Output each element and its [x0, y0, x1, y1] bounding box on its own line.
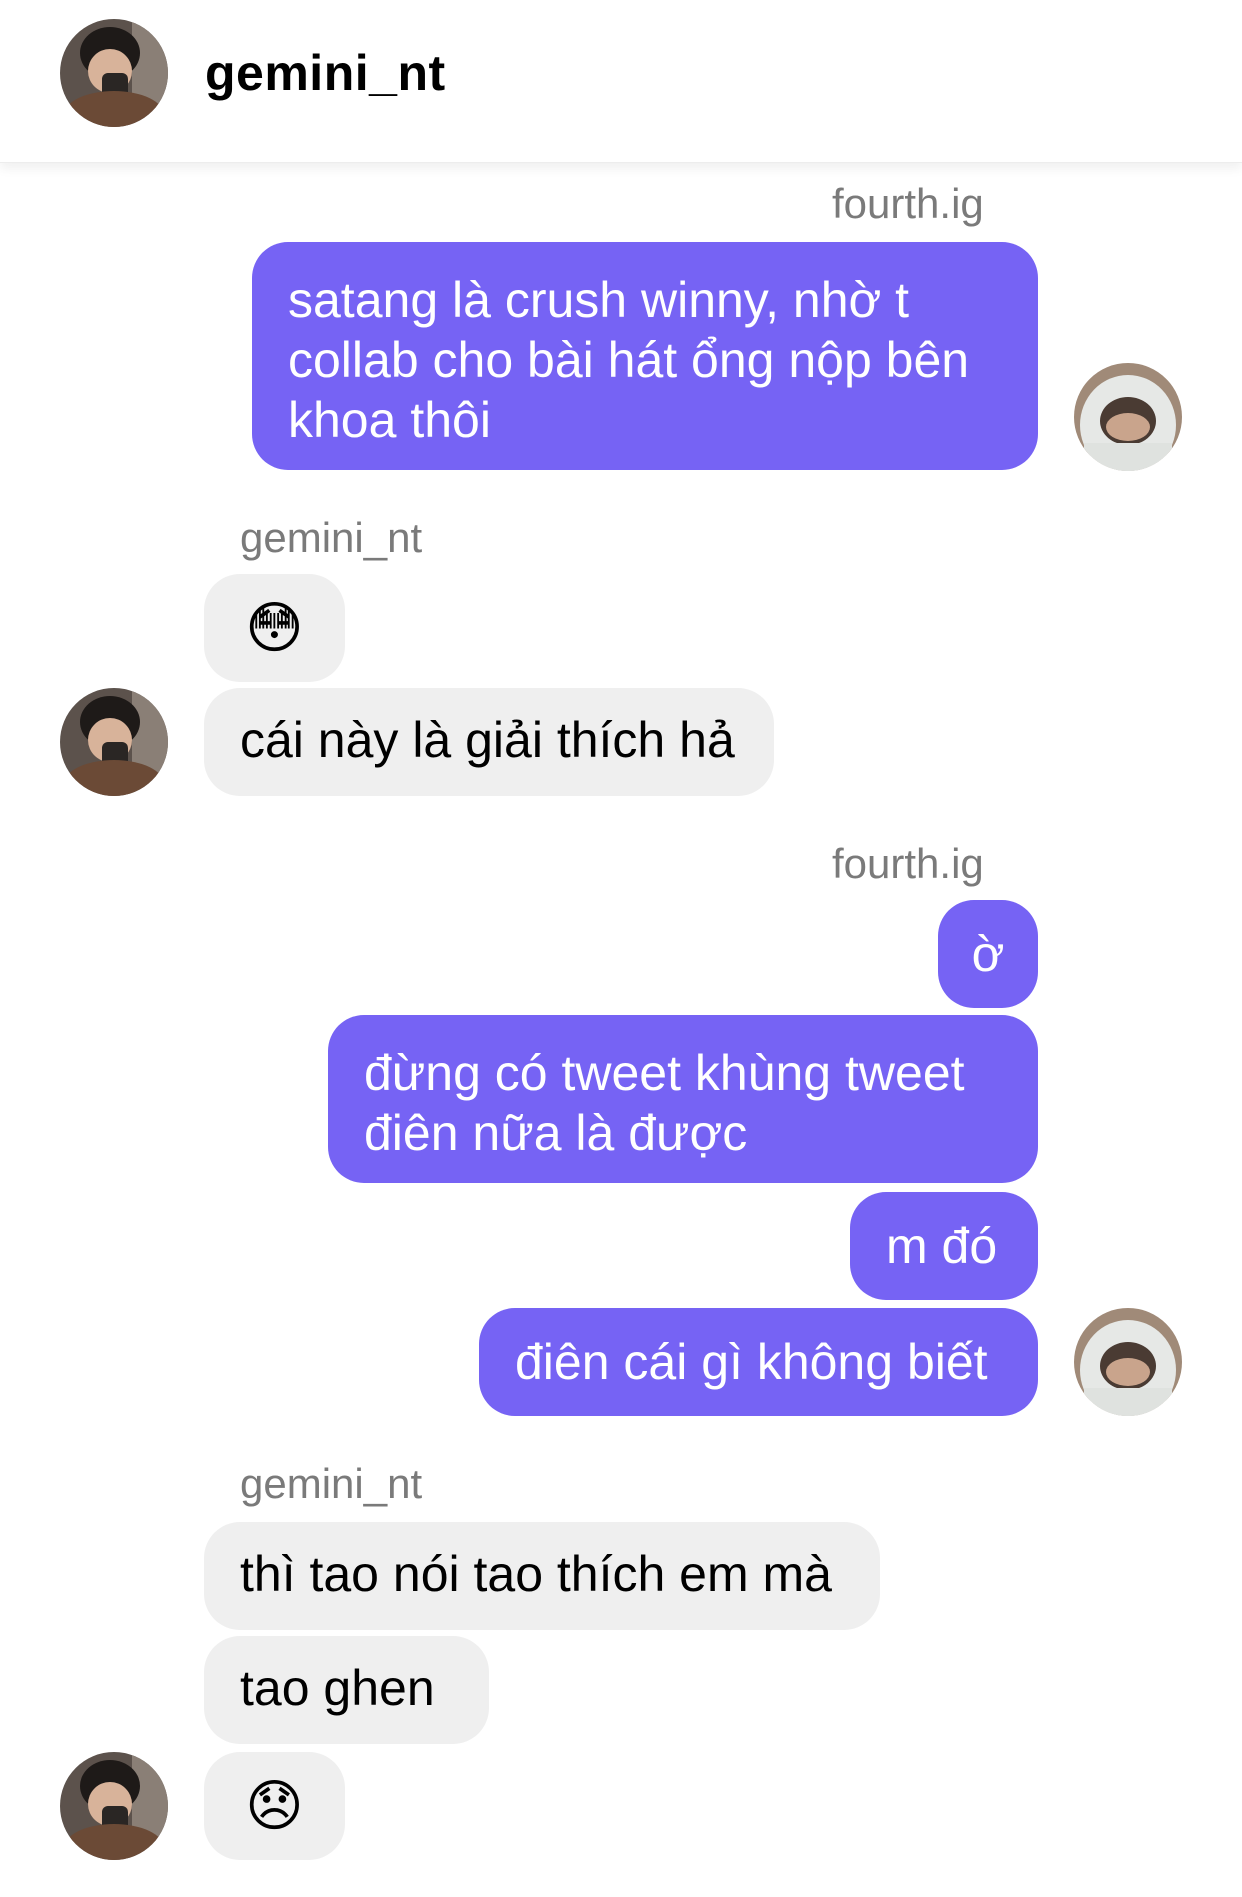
sender-label: gemini_nt: [240, 1460, 423, 1507]
flushed-face-emoji: 😳: [245, 596, 304, 659]
gemini-avatar[interactable]: [60, 1752, 168, 1860]
incoming-message[interactable]: tao ghen: [204, 1636, 489, 1744]
outgoing-message[interactable]: điên cái gì không biết: [479, 1308, 1038, 1416]
chat-header: gemini_nt: [0, 0, 1242, 163]
outgoing-message[interactable]: đừng có tweet khùng tweet điên nữa là đư…: [328, 1015, 1038, 1183]
message-text: ờ: [971, 926, 1005, 982]
incoming-message[interactable]: 😞: [204, 1752, 345, 1860]
chat-username[interactable]: gemini_nt: [205, 44, 446, 102]
outgoing-message[interactable]: m đó: [850, 1192, 1038, 1300]
message-thread[interactable]: fourth.ig satang là crush winny, nhờ t c…: [0, 0, 1242, 1897]
outgoing-message[interactable]: ờ: [938, 900, 1038, 1008]
fourth-avatar[interactable]: [1074, 1308, 1182, 1416]
sender-label: fourth.ig: [832, 180, 984, 227]
incoming-message[interactable]: 😳: [204, 574, 345, 682]
disappointed-face-emoji: 😞: [245, 1774, 304, 1837]
sender-label: fourth.ig: [832, 840, 984, 887]
incoming-message[interactable]: cái này là giải thích hả: [204, 688, 774, 796]
header-avatar[interactable]: [60, 19, 168, 127]
incoming-message[interactable]: thì tao nói tao thích em mà: [204, 1522, 880, 1630]
fourth-avatar[interactable]: [1074, 363, 1182, 471]
outgoing-message[interactable]: satang là crush winny, nhờ t collab cho …: [252, 242, 1038, 470]
sender-label: gemini_nt: [240, 514, 423, 561]
gemini-avatar[interactable]: [60, 688, 168, 796]
